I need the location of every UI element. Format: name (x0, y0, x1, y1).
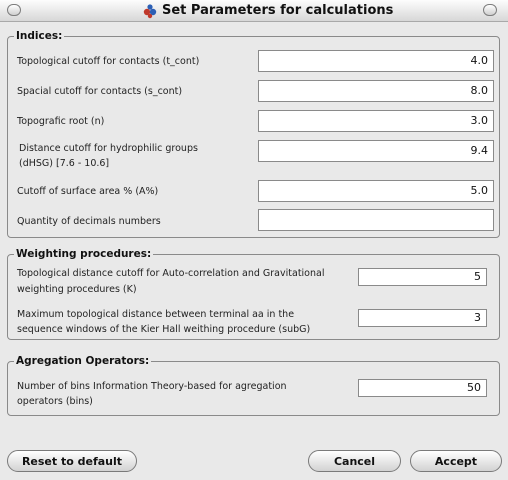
aggregation-group-title: Agregation Operators: (14, 355, 152, 367)
window-menu-button[interactable] (7, 4, 21, 16)
bins-label-line2: operators (bins) (17, 396, 93, 407)
t-cont-label: Topological cutoff for contacts (t_cont) (17, 56, 200, 67)
weighting-group: Weighting procedures: Topological distan… (7, 248, 500, 340)
dhsg-input[interactable]: 9.4 (258, 140, 494, 162)
topografic-root-input[interactable]: 3.0 (258, 110, 494, 132)
bins-label-line1: Number of bins Information Theory-based … (17, 381, 287, 392)
decimals-input[interactable] (258, 209, 494, 231)
aggregation-group: Agregation Operators: Number of bins Inf… (7, 355, 500, 416)
title-bar: Set Parameters for calculations (0, 0, 508, 22)
s-cont-input[interactable]: 8.0 (258, 80, 494, 102)
topografic-root-label: Topografic root (n) (17, 116, 105, 127)
t-cont-input[interactable]: 4.0 (258, 50, 494, 72)
surface-area-input[interactable]: 5.0 (258, 180, 494, 202)
indices-group: Indices: Topological cutoff for contacts… (7, 30, 500, 238)
subg-label-line2: sequence windows of the Kier Hall weithi… (17, 324, 311, 335)
app-icon (143, 4, 157, 19)
surface-area-label: Cutoff of surface area % (A%) (17, 186, 159, 197)
k-label-line1: Topological distance cutoff for Auto-cor… (17, 268, 325, 279)
k-input[interactable]: 5 (358, 268, 487, 286)
s-cont-label: Spacial cutoff for contacts (s_cont) (17, 86, 183, 97)
subg-input[interactable]: 3 (358, 309, 487, 327)
reset-to-default-button[interactable]: Reset to default (7, 450, 137, 472)
dhsg-label-line2: (dHSG) [7.6 - 10.6] (19, 158, 110, 169)
cancel-button[interactable]: Cancel (308, 450, 401, 472)
accept-button[interactable]: Accept (410, 450, 502, 472)
weighting-group-title: Weighting procedures: (14, 248, 154, 260)
indices-group-title: Indices: (14, 30, 65, 42)
subg-label-line1: Maximum topological distance between ter… (17, 309, 295, 320)
window-close-button[interactable] (483, 4, 497, 16)
k-label-line2: weighting procedures (K) (17, 284, 137, 295)
window-title: Set Parameters for calculations (162, 3, 394, 18)
decimals-label: Quantity of decimals numbers (17, 216, 161, 227)
bins-input[interactable]: 50 (358, 379, 487, 397)
dhsg-label-line1: Distance cutoff for hydrophilic groups (19, 143, 198, 154)
